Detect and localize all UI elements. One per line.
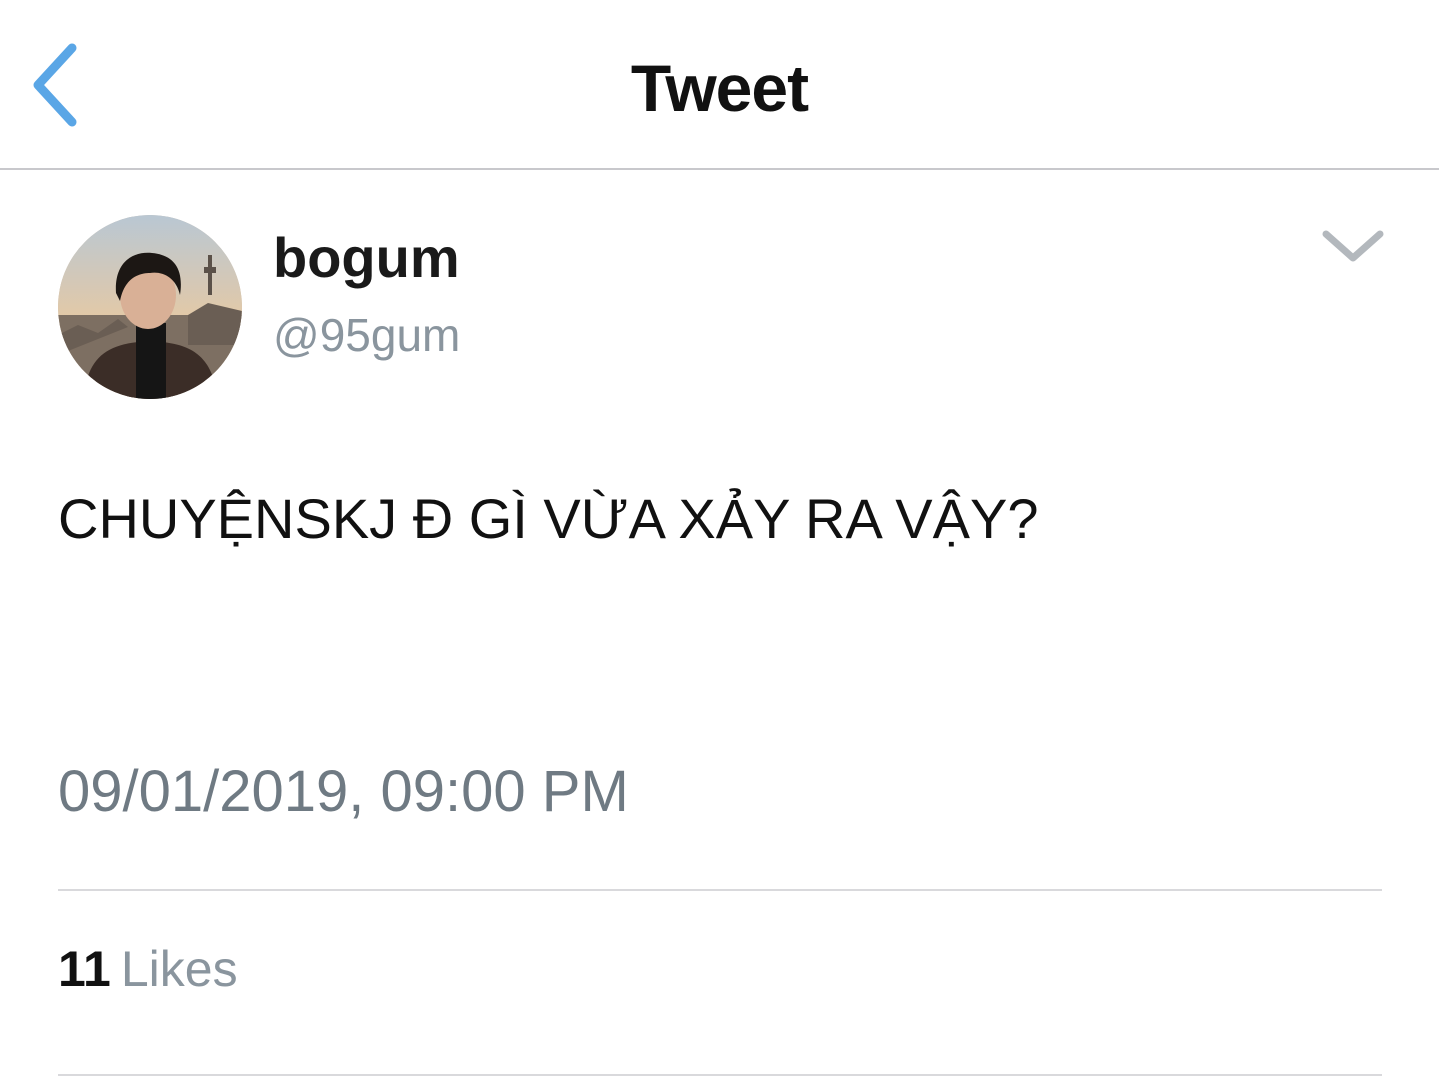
author-handle[interactable]: @95gum [273, 308, 460, 362]
navigation-bar: Tweet [0, 0, 1439, 170]
tweet-timestamp: 09/01/2019, 09:00 PM [58, 759, 629, 824]
likes-count: 11 [58, 941, 111, 997]
profile-photo [58, 215, 242, 399]
likes-label: Likes [120, 941, 238, 997]
divider [58, 1074, 1382, 1076]
likes-stat[interactable]: 11 Likes [58, 940, 238, 998]
tweet-detail-screen: Tweet bogum @95gum CHUYỆNSKJ Đ GÌ VỪA XẢ… [0, 0, 1439, 1080]
chevron-down-icon [1322, 230, 1384, 262]
tweet-menu-button[interactable] [1318, 222, 1388, 272]
page-title: Tweet [630, 51, 809, 125]
tweet-text: CHUYỆNSKJ Đ GÌ VỪA XẢY RA VẬY? [58, 487, 1039, 550]
avatar[interactable] [58, 215, 242, 399]
divider [58, 889, 1382, 891]
author-display-name[interactable]: bogum [273, 225, 460, 290]
